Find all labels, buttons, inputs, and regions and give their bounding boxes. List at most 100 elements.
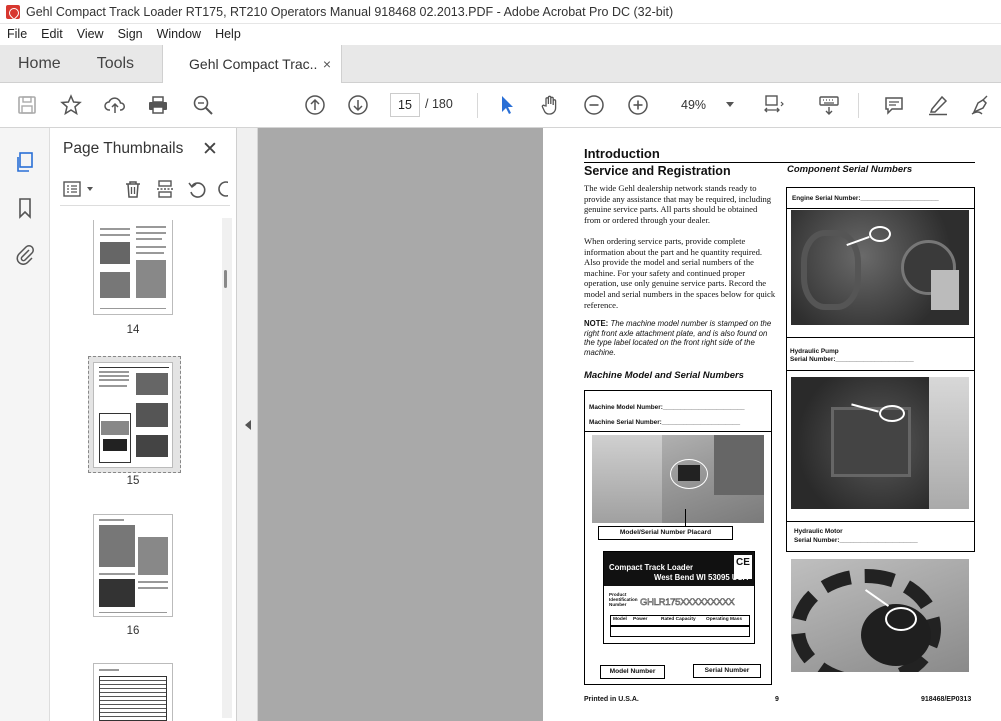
thumb-photo <box>138 537 168 575</box>
photo-panel <box>929 377 969 509</box>
tab-document[interactable]: Gehl Compact Trac... × <box>162 45 343 83</box>
thumbnail-label-15: 15 <box>126 475 140 487</box>
engine-serial-field: Engine Serial Number:___________________… <box>792 195 939 202</box>
machine-heading: Machine Model and Serial Numbers <box>584 370 744 381</box>
engine-photo <box>791 210 969 325</box>
thumbnail-page-14[interactable] <box>93 220 173 315</box>
highlight-pen-icon[interactable] <box>925 92 951 118</box>
menu-file[interactable]: File <box>0 24 34 45</box>
thumbnail-page-17[interactable] <box>93 663 173 721</box>
thumbnail-options-icon[interactable] <box>62 178 98 200</box>
note-text: The machine model number is stamped on t… <box>584 319 772 357</box>
collapse-panel-icon[interactable] <box>245 420 251 430</box>
fit-page-icon[interactable] <box>760 92 786 118</box>
delete-page-icon[interactable] <box>122 178 144 200</box>
zoom-out-icon[interactable] <box>581 92 607 118</box>
paragraph-1: The wide Gehl dealership network stands … <box>584 183 772 225</box>
thumb-footer-line <box>100 308 166 309</box>
attachments-icon[interactable] <box>13 242 37 266</box>
bookmark-star-icon[interactable] <box>58 92 84 118</box>
panel-splitter[interactable] <box>237 128 258 721</box>
photo-panel <box>592 435 662 523</box>
scrollbar-thumb[interactable] <box>224 270 227 288</box>
zoom-in-icon[interactable] <box>625 92 651 118</box>
menu-view[interactable]: View <box>70 24 111 45</box>
page-thumbnails-icon[interactable] <box>13 150 37 174</box>
thumb-text-line <box>99 379 129 381</box>
page-total: / 180 <box>425 97 453 111</box>
box-divider <box>787 521 974 522</box>
thumbnail-label-14: 14 <box>126 324 140 336</box>
section-heading: Service and Registration <box>584 164 731 178</box>
highlight-circle <box>670 459 708 489</box>
hand-tool-icon[interactable] <box>537 92 563 118</box>
thumbnail-page-16[interactable] <box>93 514 173 617</box>
save-icon[interactable] <box>14 92 40 118</box>
next-page-icon[interactable] <box>345 92 371 118</box>
thumbnail-tools <box>60 174 230 206</box>
thumb-text-line <box>136 232 166 234</box>
zoom-dropdown-icon[interactable] <box>726 102 734 107</box>
tab-tools[interactable]: Tools <box>79 45 152 82</box>
page-number-input[interactable]: 15 <box>390 93 420 117</box>
search-zoom-icon[interactable] <box>190 92 216 118</box>
keyboard-tools-icon[interactable] <box>816 92 842 118</box>
thumbnail-scrollbar[interactable] <box>222 218 232 718</box>
footer-doc-number: 918468/EP0313 <box>921 696 972 703</box>
close-panel-icon[interactable]: ✕ <box>202 138 218 161</box>
thumb-text-line <box>99 371 129 373</box>
upload-cloud-icon[interactable] <box>102 92 128 118</box>
hydraulic-motor-photo <box>791 559 969 672</box>
heading-rule <box>584 162 975 163</box>
note: NOTE: The machine model number is stampe… <box>584 319 776 357</box>
thumb-text-line <box>138 587 168 589</box>
plate-cell-power: Power <box>633 617 648 622</box>
motor-label: Hydraulic Motor <box>794 528 843 535</box>
thumb-text-line <box>99 375 129 377</box>
thumb-text-line <box>136 252 164 254</box>
toolbar-divider <box>477 93 478 118</box>
insert-page-icon[interactable] <box>154 178 176 200</box>
thumb-text-line <box>100 228 130 230</box>
menu-help[interactable]: Help <box>208 24 248 45</box>
sign-pen-icon[interactable] <box>968 92 994 118</box>
hydraulic-pump-photo <box>791 377 969 509</box>
select-cursor-icon[interactable] <box>494 92 520 118</box>
menu-sign[interactable]: Sign <box>111 24 150 45</box>
panel-title: Page Thumbnails <box>63 140 184 157</box>
photo-shadow <box>714 435 764 495</box>
acrobat-logo-icon <box>6 4 20 19</box>
thumbnail-page-15[interactable] <box>93 362 173 468</box>
component-heading: Component Serial Numbers <box>787 164 913 175</box>
machine-serial-field: Machine Serial Number:__________________… <box>589 419 740 426</box>
menu-edit[interactable]: Edit <box>34 24 70 45</box>
plate-title: Compact Track Loader <box>609 563 694 572</box>
print-icon[interactable] <box>145 92 171 118</box>
tab-home[interactable]: Home <box>0 45 79 82</box>
thumb-text-line <box>138 581 168 583</box>
bookmarks-icon[interactable] <box>13 196 37 220</box>
document-view[interactable]: Introduction Service and Registration Th… <box>258 128 1001 721</box>
close-tab-icon[interactable]: × <box>323 56 331 72</box>
previous-page-icon[interactable] <box>302 92 328 118</box>
rotate-page-icon[interactable] <box>186 178 208 200</box>
comment-icon[interactable] <box>881 92 907 118</box>
model-number-callout: Model Number <box>600 665 665 679</box>
thumb-table <box>99 676 167 721</box>
thumb-table <box>99 579 135 607</box>
machine-model-field: Machine Model Number:___________________… <box>589 404 745 411</box>
box-divider <box>787 208 974 209</box>
pdf-page: Introduction Service and Registration Th… <box>543 128 1001 721</box>
thumb-photo <box>136 435 168 457</box>
placard-callout: Model/Serial Number Placard <box>598 526 733 540</box>
pump-label: Hydraulic Pump <box>790 348 839 355</box>
thumb-text-line <box>100 234 130 236</box>
thumb-text-block <box>136 260 166 298</box>
serial-number-callout: Serial Number <box>693 664 761 678</box>
toolbar: 15 / 180 49% <box>0 83 1001 128</box>
page-heading: Introduction <box>584 146 660 161</box>
more-tools-icon[interactable] <box>214 178 228 200</box>
thumb-text-line <box>99 669 119 671</box>
plate-header: Compact Track Loader West Bend WI 53095 … <box>604 552 754 586</box>
menu-window[interactable]: Window <box>150 24 208 45</box>
